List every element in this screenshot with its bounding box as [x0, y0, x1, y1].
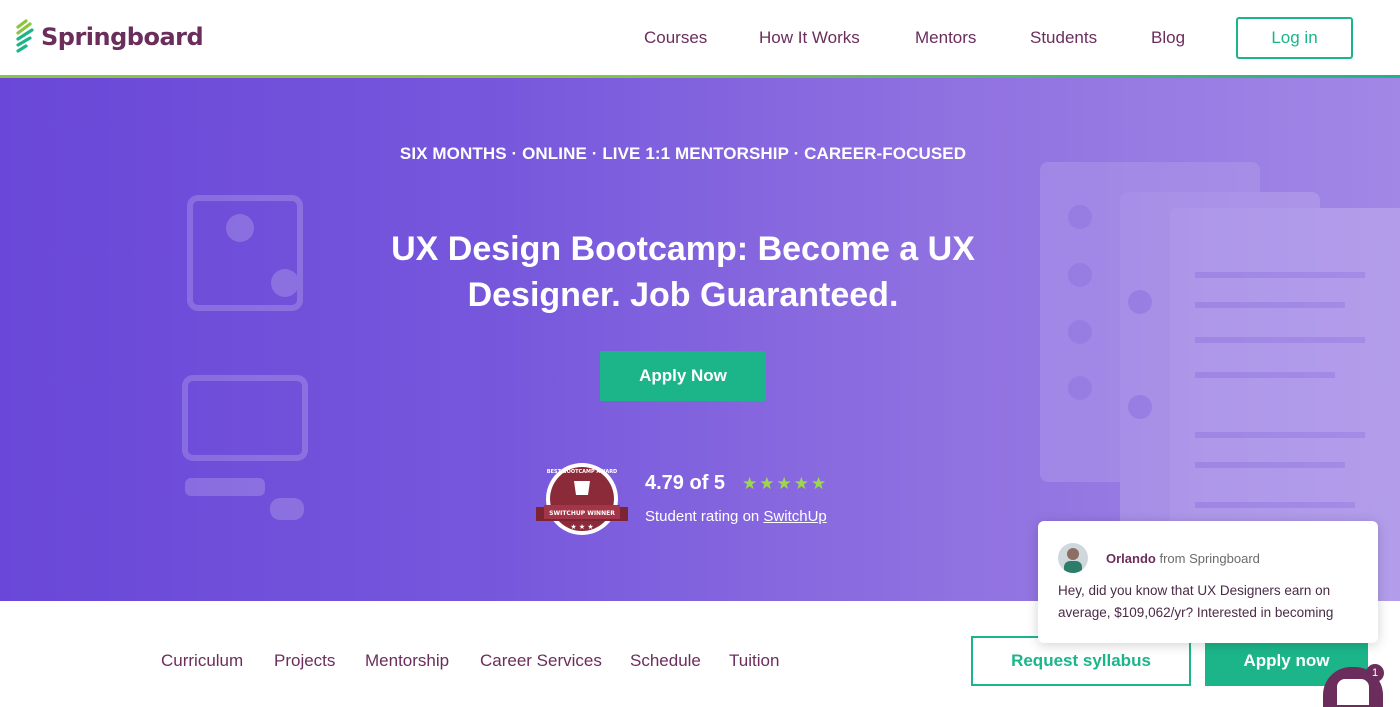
chat-message: Hey, did you know that UX Designers earn… — [1058, 583, 1334, 620]
subnav-tuition[interactable]: Tuition — [729, 651, 779, 671]
chat-sender-org: from Springboard — [1155, 551, 1260, 566]
nav-students[interactable]: Students — [1030, 28, 1097, 48]
chat-bubble-inner — [1337, 679, 1369, 705]
svg-text:SWITCHUP WINNER: SWITCHUP WINNER — [549, 510, 615, 517]
hero-title: UX Design Bootcamp: Become a UX Designer… — [391, 230, 975, 314]
rating-value: 4.79 of 5 — [645, 472, 726, 494]
nav-how-it-works[interactable]: How It Works — [759, 28, 860, 48]
chat-sender-name: Orlando — [1106, 551, 1156, 566]
nav-blog[interactable]: Blog — [1151, 28, 1185, 48]
nav-courses[interactable]: Courses — [644, 28, 707, 48]
switchup-award-badge: SWITCHUP WINNER BEST BOOTCAMP AWARD ★ ★ … — [536, 463, 628, 535]
svg-text:BEST BOOTCAMP AWARD: BEST BOOTCAMP AWARD — [547, 469, 617, 475]
nav-mentors[interactable]: Mentors — [915, 28, 976, 48]
springboard-logo-icon — [14, 17, 38, 57]
hero-apply-button[interactable]: Apply Now — [600, 351, 766, 401]
login-button[interactable]: Log in — [1236, 17, 1353, 59]
chat-popup[interactable]: Orlando from Springboard Hey, did you kn… — [1038, 521, 1378, 643]
switchup-link[interactable]: SwitchUp — [763, 508, 826, 525]
hero-tagline: SIX MONTHS · ONLINE · LIVE 1:1 MENTORSHI… — [399, 144, 967, 163]
subnav-schedule[interactable]: Schedule — [630, 651, 701, 671]
chat-unread-badge: 1 — [1366, 664, 1384, 682]
site-header: Springboard Courses How It Works Mentors… — [0, 0, 1400, 76]
svg-text:★ ★ ★: ★ ★ ★ — [570, 523, 593, 531]
request-syllabus-button[interactable]: Request syllabus — [971, 636, 1191, 686]
logo[interactable]: Springboard — [14, 17, 204, 57]
rating-text: Student rating on — [645, 508, 764, 525]
subnav-curriculum[interactable]: Curriculum — [161, 651, 243, 671]
chat-sender: Orlando from Springboard — [1106, 551, 1260, 566]
logo-text: Springboard — [41, 23, 204, 51]
subnav-career-services[interactable]: Career Services — [480, 651, 602, 671]
rating-caption: Student rating on SwitchUp — [645, 508, 827, 525]
subnav-projects[interactable]: Projects — [274, 651, 335, 671]
avatar — [1058, 543, 1088, 573]
rating-stars: ★★★★★ — [742, 474, 829, 493]
subnav-mentorship[interactable]: Mentorship — [365, 651, 449, 671]
